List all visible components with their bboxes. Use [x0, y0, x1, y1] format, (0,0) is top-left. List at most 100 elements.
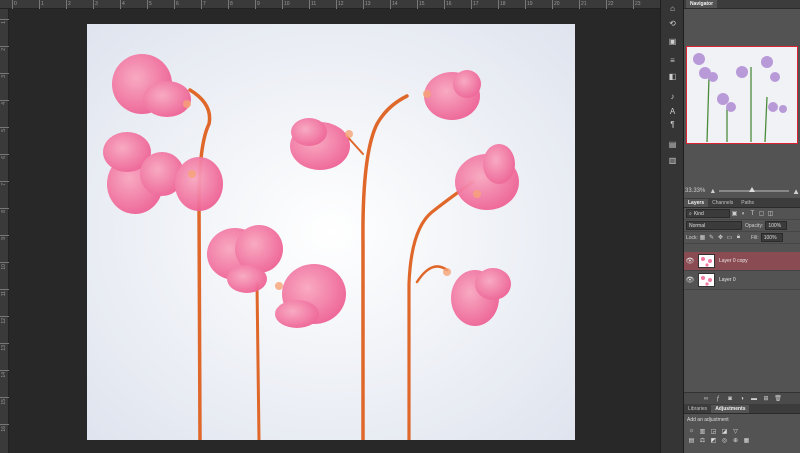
tab-libraries[interactable]: Libraries — [684, 405, 711, 413]
zoom-slider[interactable] — [719, 187, 790, 192]
home-icon[interactable]: ⌂ — [666, 3, 679, 14]
vibrance-icon[interactable]: ▤ — [687, 436, 696, 444]
tab-layers[interactable]: Layers — [684, 199, 709, 207]
fx-icon[interactable]: ƒ — [715, 395, 722, 402]
actions-icon[interactable]: ▤ — [666, 139, 679, 150]
photo-filter-icon[interactable]: ◎ — [720, 436, 729, 444]
adjustments-hint: Add an adjustment — [687, 417, 729, 423]
ruler-number: 6 — [1, 156, 7, 159]
link-icon[interactable]: ∞ — [703, 395, 710, 402]
channel-mixer-icon[interactable]: ⊕ — [731, 436, 740, 444]
ruler-number: 19 — [527, 1, 533, 7]
ruler-number: 5 — [149, 1, 152, 7]
ruler-number: 13 — [1, 345, 7, 351]
ruler-number: 9 — [1, 237, 7, 240]
layer-name: Layer 0 — [719, 277, 736, 283]
opacity-field[interactable]: 100% — [765, 221, 788, 230]
sweet-pea-photo — [87, 24, 575, 440]
zoom-knob[interactable] — [749, 187, 756, 192]
blend-mode-value: Normal — [689, 222, 706, 229]
ruler-tick — [606, 0, 607, 9]
zoom-value[interactable]: 33.33% — [685, 188, 705, 194]
layer-row[interactable]: 👁︎ Layer 0 — [684, 271, 800, 290]
pixel-filter-icon[interactable]: ▣ — [731, 210, 738, 217]
ruler-tick — [471, 0, 472, 9]
exposure-icon[interactable]: ◪ — [720, 427, 729, 435]
ruler-number: 3 — [95, 1, 98, 7]
ruler-number: 11 — [311, 1, 317, 7]
adjustment-icons-row-2: ▤ ⚖ ◩ ◎ ⊕ ▦ — [684, 436, 800, 444]
zoom-out-icon[interactable]: ▲ — [709, 188, 716, 195]
lock-row: Lock: ▦ ✎ ✥ ▭ 🔒︎ Fill: 100% — [684, 232, 800, 244]
lock-transparent-icon[interactable]: ▦ — [699, 234, 706, 241]
mask-icon[interactable]: ◙ — [727, 395, 734, 402]
visibility-eye-icon[interactable]: 👁︎ — [684, 257, 696, 265]
ruler-number: 16 — [446, 1, 452, 7]
ruler-tick — [552, 0, 553, 9]
tab-adjustments[interactable]: Adjustments — [711, 405, 750, 413]
ruler-tick — [498, 0, 499, 9]
brightness-icon[interactable]: ☼ — [687, 427, 696, 435]
hue-saturation-icon[interactable]: ⚖ — [698, 436, 707, 444]
layers-tabs: Layers Channels Paths — [684, 198, 800, 208]
ruler-tick — [201, 0, 202, 9]
ruler-tick — [228, 0, 229, 9]
ruler-number: 2 — [1, 48, 7, 51]
canvas-area[interactable] — [9, 9, 660, 453]
properties-icon[interactable]: ◧ — [666, 71, 679, 82]
black-white-icon[interactable]: ◩ — [709, 436, 718, 444]
lock-pixels-icon[interactable]: ✎ — [708, 234, 715, 241]
lock-position-icon[interactable]: ✥ — [717, 234, 724, 241]
ruler-number: 16 — [1, 426, 7, 432]
adjustment-icons-row-1: ☼ ▥ ◲ ◪ ▽ — [684, 427, 800, 435]
ruler-number: 4 — [1, 102, 7, 105]
curves-icon[interactable]: ◲ — [709, 427, 718, 435]
glyphs-icon[interactable]: ♪ — [666, 91, 679, 102]
adjustment-layer-icon[interactable]: ◑ — [739, 395, 746, 402]
filter-kind-label: Kind — [693, 210, 704, 217]
zoom-in-icon[interactable]: ▲ — [792, 187, 800, 196]
history-icon[interactable]: ⟲ — [666, 18, 679, 29]
tab-navigator[interactable]: Navigator — [686, 0, 718, 8]
ruler-number: 21 — [581, 1, 587, 7]
trash-icon[interactable]: 🗑︎ — [774, 395, 782, 402]
ruler-number: 14 — [392, 1, 398, 7]
visibility-eye-icon[interactable]: 👁︎ — [684, 276, 696, 284]
adjustments-icon[interactable]: ≡ — [666, 55, 679, 66]
fill-field[interactable]: 100% — [760, 233, 783, 242]
lock-all-icon[interactable]: 🔒︎ — [735, 234, 742, 241]
shape-filter-icon[interactable]: ▢ — [758, 210, 765, 217]
ruler-number: 15 — [1, 399, 7, 405]
lock-artboard-icon[interactable]: ▭ — [726, 234, 733, 241]
adjustment-filter-icon[interactable]: ◐ — [740, 210, 747, 217]
blend-mode-select[interactable]: Normal — [686, 221, 742, 230]
smart-filter-icon[interactable]: ◫ — [767, 210, 774, 217]
filter-kind-select[interactable]: ⌕ Kind — [686, 209, 730, 218]
type-filter-icon[interactable]: T — [749, 210, 756, 217]
paragraph-icon[interactable]: ¶ — [666, 119, 679, 130]
search-icon: ⌕ — [689, 210, 692, 217]
levels-icon[interactable]: ▥ — [698, 427, 707, 435]
ruler-number: 5 — [1, 129, 7, 132]
notes-icon[interactable]: ▥ — [666, 155, 679, 166]
ruler-tick — [12, 0, 13, 9]
gradient-map-icon[interactable]: ▽ — [731, 427, 740, 435]
navigator-icon[interactable]: ▣ — [666, 36, 679, 47]
blend-row: Normal Opacity: 100% — [684, 220, 800, 232]
ruler-number: 18 — [500, 1, 506, 7]
ruler-number: 2 — [68, 1, 71, 7]
group-icon[interactable]: ▬ — [751, 395, 758, 402]
tab-paths[interactable]: Paths — [737, 199, 758, 207]
opacity-value: 100% — [768, 222, 782, 229]
character-icon[interactable]: A — [666, 106, 679, 117]
document-image[interactable] — [87, 24, 575, 440]
layer-row[interactable]: 👁︎ Layer 0 copy — [684, 252, 800, 271]
ruler-tick — [525, 0, 526, 9]
right-panels: Navigator 33.33% ▲ ▲ Layers Channels Pat… — [684, 0, 800, 453]
ruler-number: 17 — [473, 1, 479, 7]
color-lookup-icon[interactable]: ▦ — [742, 436, 751, 444]
navigator-thumbnail[interactable] — [686, 46, 798, 144]
tab-channels[interactable]: Channels — [708, 199, 737, 207]
ruler-tick — [444, 0, 445, 9]
new-layer-icon[interactable]: ⊞ — [763, 395, 770, 402]
